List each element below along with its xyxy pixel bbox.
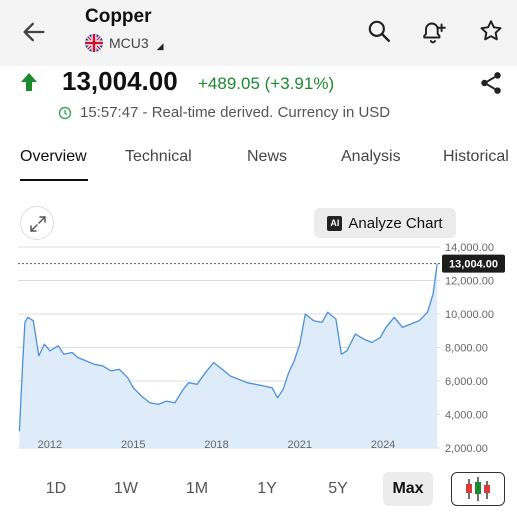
y-tick-label: 14,000.00 [445, 242, 494, 254]
caret-icon: ◢ [156, 40, 164, 51]
ai-icon: AI [327, 215, 343, 231]
tab-analysis[interactable]: Analysis [341, 148, 401, 166]
uk-flag-icon [85, 34, 103, 52]
tab-bar: Overview Technical News Analysis Histori… [0, 142, 517, 182]
star-icon[interactable] [478, 18, 504, 44]
add-alert-icon[interactable] [421, 18, 447, 44]
up-arrow-icon [21, 73, 37, 91]
tab-news[interactable]: News [247, 148, 287, 166]
app-bar: Copper MCU3 ◢ [0, 0, 517, 66]
search-icon[interactable] [366, 18, 392, 44]
analyze-chart-button[interactable]: AI Analyze Chart [314, 208, 456, 238]
x-tick-label: 2015 [121, 439, 145, 451]
price-area [19, 263, 438, 448]
range-selector: 1D 1W 1M 1Y 5Y Max [0, 472, 517, 508]
y-tick-label: 10,000.00 [445, 309, 494, 321]
price-chart[interactable]: 14,000.00 12,000.00 10,000.00 8,000.00 6,000… [0, 236, 517, 456]
price-row: 13,004.00 +489.05 (+3.91%) [0, 66, 517, 100]
analyze-chart-label: Analyze Chart [348, 214, 443, 232]
update-time: 15:57:47 - Real-time derived. Currency i… [58, 104, 390, 121]
range-1y[interactable]: 1Y [242, 472, 292, 506]
range-1w[interactable]: 1W [101, 472, 151, 506]
instrument-exchange[interactable]: MCU3 ◢ [85, 34, 164, 52]
range-max[interactable]: Max [383, 472, 433, 506]
x-tick-label: 2018 [204, 439, 228, 451]
y-tick-label: 4,000.00 [445, 410, 488, 422]
y-tick-label: 8,000.00 [445, 343, 488, 355]
expand-chart-button[interactable] [20, 206, 54, 240]
range-1m[interactable]: 1M [172, 472, 222, 506]
y-tick-label: 6,000.00 [445, 376, 488, 388]
tab-historical[interactable]: Historical [443, 148, 509, 166]
back-arrow-icon[interactable] [20, 18, 48, 46]
range-1d[interactable]: 1D [31, 472, 81, 506]
share-icon[interactable] [478, 70, 504, 96]
price-change: +489.05 (+3.91%) [198, 74, 335, 93]
symbol-label: MCU3 [109, 35, 149, 51]
instrument-title: Copper [85, 6, 152, 27]
tab-overview[interactable]: Overview [20, 148, 87, 166]
chart-type-button[interactable] [451, 472, 505, 506]
y-tick-label: 12,000.00 [445, 276, 494, 288]
last-price: 13,004.00 [62, 66, 178, 96]
x-tick-label: 2012 [38, 439, 62, 451]
candlestick-icon [466, 477, 490, 501]
clock-icon [58, 106, 72, 119]
y-tick-label: 2,000.00 [445, 443, 488, 455]
x-tick-label: 2021 [288, 439, 312, 451]
range-5y[interactable]: 5Y [313, 472, 363, 506]
x-tick-label: 2024 [371, 439, 395, 451]
tab-technical[interactable]: Technical [125, 148, 192, 166]
active-tab-indicator [20, 179, 88, 181]
time-note: 15:57:47 - Real-time derived. Currency i… [80, 104, 391, 121]
last-price-label: 13,004.00 [449, 259, 498, 271]
